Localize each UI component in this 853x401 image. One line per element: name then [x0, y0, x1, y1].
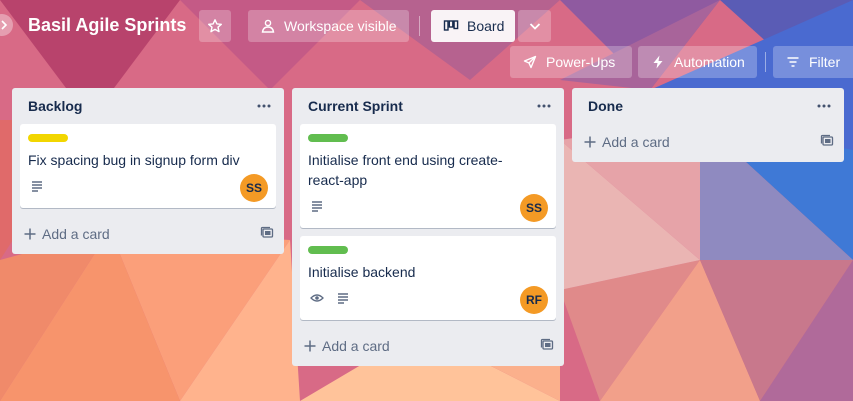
chevron-down-icon	[529, 23, 540, 30]
card[interactable]: Fix spacing bug in signup form div SS	[20, 124, 276, 208]
ellipsis-icon	[257, 104, 271, 108]
plus-icon	[24, 228, 36, 240]
card-title: Fix spacing bug in signup form div	[28, 152, 240, 168]
list-menu-button[interactable]	[532, 94, 556, 118]
eye-icon	[310, 294, 324, 302]
add-card-label: Add a card	[322, 338, 390, 354]
list-menu-button[interactable]	[252, 94, 276, 118]
list-header: Backlog	[12, 88, 284, 124]
card-label[interactable]	[308, 246, 348, 254]
card[interactable]: Initialise front end using create-react-…	[300, 124, 556, 228]
card-badges	[308, 194, 548, 218]
card-label[interactable]	[308, 134, 348, 142]
ellipsis-icon	[537, 104, 551, 108]
add-card-label: Add a card	[602, 134, 670, 150]
list-header: Done	[572, 88, 844, 124]
card-template-button[interactable]	[540, 338, 556, 354]
add-card-row: Add a card	[12, 216, 284, 252]
add-card-button[interactable]: Add a card	[302, 338, 390, 354]
card-badges	[308, 286, 548, 310]
powerups-button[interactable]: Power-Ups	[510, 46, 632, 78]
add-card-row: Add a card	[572, 124, 844, 160]
card-label[interactable]	[28, 134, 68, 142]
description-icon	[312, 201, 322, 212]
list-menu-button[interactable]	[812, 94, 836, 118]
avatar[interactable]: SS	[240, 174, 268, 202]
lightning-icon	[653, 55, 663, 69]
header-divider	[419, 16, 420, 36]
powerups-label: Power-Ups	[546, 54, 616, 70]
avatar[interactable]: RF	[520, 286, 548, 314]
visibility-label: Workspace visible	[284, 18, 397, 34]
avatar[interactable]: SS	[520, 194, 548, 222]
card-template-icon	[820, 134, 834, 146]
toolbar-divider	[765, 52, 766, 72]
list-title[interactable]: Backlog	[28, 98, 82, 114]
visibility-button[interactable]: Workspace visible	[248, 10, 409, 42]
rocket-icon	[523, 55, 537, 69]
ellipsis-icon	[817, 104, 831, 108]
description-icon	[32, 181, 42, 192]
list-title[interactable]: Current Sprint	[308, 98, 403, 114]
filter-icon	[787, 57, 799, 67]
board-title[interactable]: Basil Agile Sprints	[28, 14, 186, 36]
card-template-icon	[540, 338, 554, 350]
filter-button[interactable]: Filter	[773, 46, 853, 78]
board-icon	[443, 20, 459, 31]
add-card-button[interactable]: Add a card	[22, 226, 110, 242]
board-view-label: Board	[467, 18, 505, 34]
card-title: Initialise front end using create-react-…	[308, 152, 503, 188]
list-header: Current Sprint	[292, 88, 564, 124]
description-icon	[338, 293, 348, 304]
automation-button[interactable]: Automation	[638, 46, 757, 78]
add-card-row: Add a card	[292, 328, 564, 364]
list-backlog: Backlog Fix spacing bug in signup form d…	[12, 88, 284, 254]
card[interactable]: Initialise backend RF	[300, 236, 556, 320]
star-icon	[208, 19, 222, 33]
add-card-button[interactable]: Add a card	[582, 134, 670, 150]
plus-icon	[304, 340, 316, 352]
automation-label: Automation	[674, 54, 745, 70]
board-view-button[interactable]: Board	[431, 10, 515, 42]
people-icon	[261, 19, 275, 33]
list-title[interactable]: Done	[588, 98, 623, 114]
view-switcher-button[interactable]	[518, 10, 551, 42]
card-template-button[interactable]	[820, 134, 836, 150]
back-button[interactable]	[0, 14, 13, 36]
star-button[interactable]	[199, 10, 231, 42]
back-arrow-icon	[1, 20, 8, 30]
card-title: Initialise backend	[308, 264, 416, 280]
card-template-button[interactable]	[260, 226, 276, 242]
card-template-icon	[260, 226, 274, 238]
plus-icon	[584, 136, 596, 148]
card-badges	[28, 174, 268, 198]
list-done: Done Add a card	[572, 88, 844, 162]
filter-label: Filter	[809, 54, 841, 70]
list-current-sprint: Current Sprint Initialise front end usin…	[292, 88, 564, 366]
add-card-label: Add a card	[42, 226, 110, 242]
